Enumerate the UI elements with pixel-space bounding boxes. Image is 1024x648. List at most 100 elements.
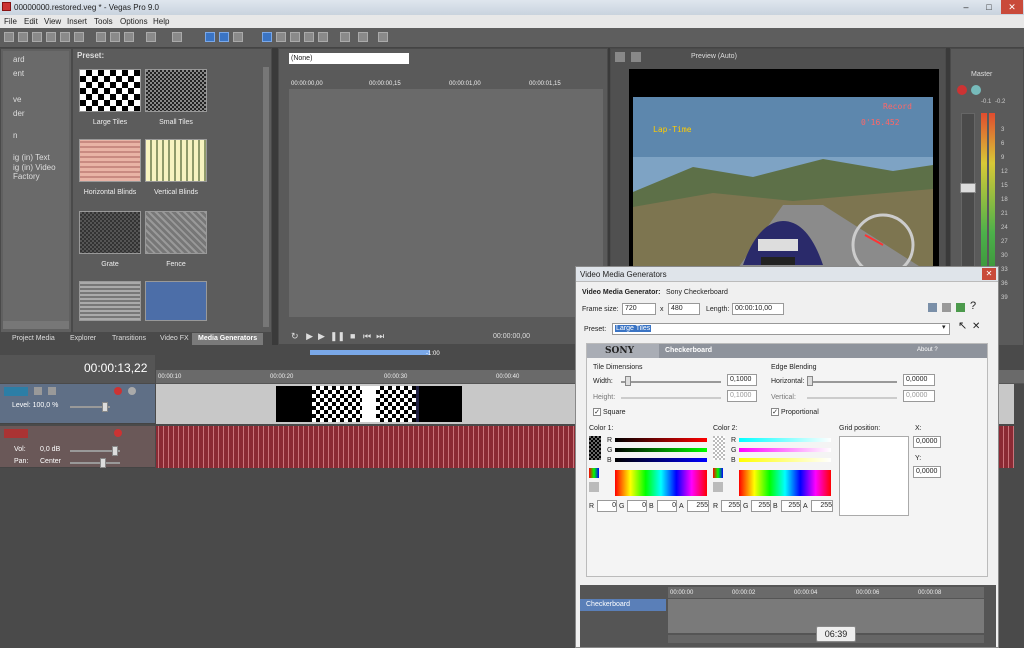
preset-tile[interactable]: [145, 69, 207, 112]
chevron-down-icon[interactable]: ▾: [942, 323, 946, 331]
preview-quality-select[interactable]: Preview (Auto): [691, 53, 737, 60]
tab-explorer[interactable]: Explorer: [64, 333, 102, 345]
color1-a-input[interactable]: 255: [687, 500, 709, 512]
paste-icon[interactable]: [124, 32, 134, 42]
preset-scrollbar[interactable]: [263, 67, 269, 327]
proportional-checkbox[interactable]: ✓: [771, 408, 779, 416]
menu-options[interactable]: Options: [120, 17, 148, 26]
tree-item[interactable]: ig (in) Video Factory: [13, 163, 69, 181]
selection-tool-icon[interactable]: [233, 32, 243, 42]
loop-icon[interactable]: ↻: [291, 331, 299, 341]
pan-slider-knob[interactable]: [100, 458, 106, 468]
master-fader-knob[interactable]: [960, 183, 976, 193]
delete-preset-icon[interactable]: [942, 303, 951, 312]
normal-edit-tool-icon[interactable]: [205, 32, 215, 42]
level-slider-knob[interactable]: [102, 402, 108, 412]
audio-track-header[interactable]: Vol: 0,0 dB Pan: Center: [0, 426, 155, 468]
help-icon[interactable]: ?: [970, 300, 976, 312]
new-icon[interactable]: [4, 32, 14, 42]
add-preset-icon[interactable]: [956, 303, 965, 312]
color1-green-slider[interactable]: [615, 448, 707, 452]
whats-this-icon[interactable]: [378, 32, 388, 42]
color1-red-slider[interactable]: [615, 438, 707, 442]
color2-g-input[interactable]: 255: [751, 500, 771, 512]
grid-x-input[interactable]: 0,0000: [913, 436, 941, 448]
save-preset-icon[interactable]: [928, 303, 937, 312]
generator-ruler[interactable]: 00:00:00 00:00:02 00:00:04 00:00:06 00:0…: [668, 587, 984, 599]
close-button[interactable]: ✕: [1001, 0, 1023, 14]
preset-tile[interactable]: [79, 281, 141, 321]
menu-view[interactable]: View: [44, 17, 61, 26]
length-input[interactable]: 00:00:10,00: [732, 303, 784, 315]
mute-track-icon[interactable]: [114, 387, 122, 395]
open-icon[interactable]: [18, 32, 28, 42]
solo-track-icon[interactable]: [128, 387, 136, 395]
track-fx-icon[interactable]: [48, 387, 56, 395]
preset-tile[interactable]: [79, 139, 141, 182]
loop-region-bar[interactable]: [310, 350, 430, 355]
tab-video-fx[interactable]: Video FX: [154, 333, 195, 345]
color1-g-input[interactable]: 0: [627, 500, 647, 512]
explorer-scrollbar[interactable]: [3, 321, 69, 329]
tree-item[interactable]: ig (in) Text: [13, 153, 50, 162]
cut-icon[interactable]: [96, 32, 106, 42]
video-event[interactable]: [416, 386, 462, 422]
height-slider[interactable]: [621, 397, 721, 399]
minimize-button[interactable]: –: [955, 0, 977, 14]
close-icon[interactable]: ✕: [972, 321, 980, 332]
menu-file[interactable]: File: [4, 17, 17, 26]
square-checkbox[interactable]: ✓: [593, 408, 601, 416]
media-icon[interactable]: [340, 32, 350, 42]
ignore-grouping-icon[interactable]: [290, 32, 300, 42]
preview-fx-icon[interactable]: [631, 52, 641, 62]
frame-width-input[interactable]: 720: [622, 303, 656, 315]
horizontal-input[interactable]: 0,0000: [903, 374, 935, 386]
preset-tile[interactable]: [145, 139, 207, 182]
eyedropper-icon[interactable]: [713, 482, 723, 492]
checkerboard-event[interactable]: [376, 386, 416, 422]
about-button[interactable]: About ?: [917, 347, 938, 353]
frame-height-input[interactable]: 480: [668, 303, 700, 315]
tree-item[interactable]: ent: [13, 69, 24, 78]
grid-y-input[interactable]: 0,0000: [913, 466, 941, 478]
stop-icon[interactable]: ■: [350, 331, 355, 341]
snapping-icon[interactable]: [304, 32, 314, 42]
trimmer-view[interactable]: [289, 89, 603, 317]
copy-icon[interactable]: [110, 32, 120, 42]
undo-icon[interactable]: [146, 32, 156, 42]
tree-item[interactable]: ard: [13, 55, 25, 64]
color2-swatch[interactable]: [713, 436, 725, 460]
width-slider-knob[interactable]: [625, 376, 631, 386]
envelope-tool-icon[interactable]: [219, 32, 229, 42]
tab-media-generators[interactable]: Media Generators: [192, 333, 264, 345]
color-picker-icon[interactable]: [713, 468, 723, 478]
next-frame-icon[interactable]: ⏭: [376, 331, 384, 341]
mute-icon[interactable]: [957, 85, 967, 95]
color2-red-slider[interactable]: [739, 438, 831, 442]
preset-tile[interactable]: [79, 211, 141, 254]
auto-crossfade-icon[interactable]: [318, 32, 328, 42]
preview-settings-icon[interactable]: [615, 52, 625, 62]
menu-insert[interactable]: Insert: [67, 17, 87, 26]
horizontal-slider[interactable]: [807, 381, 897, 383]
preset-select[interactable]: Large Tiles: [612, 323, 950, 335]
render-icon[interactable]: [60, 32, 70, 42]
save-icon[interactable]: [32, 32, 42, 42]
save-as-icon[interactable]: [46, 32, 56, 42]
width-slider[interactable]: [621, 381, 721, 383]
maximize-button[interactable]: □: [978, 0, 1000, 14]
tree-item[interactable]: ve: [13, 95, 21, 104]
checkerboard-event[interactable]: [312, 386, 362, 422]
color1-blue-slider[interactable]: [615, 458, 707, 462]
properties-icon[interactable]: [74, 32, 84, 42]
height-input[interactable]: 0,1000: [727, 390, 757, 402]
menu-edit[interactable]: Edit: [24, 17, 38, 26]
solo-icon[interactable]: [971, 85, 981, 95]
vertical-slider[interactable]: [807, 397, 897, 399]
tree-item[interactable]: n: [13, 131, 17, 140]
auto-ripple-icon[interactable]: [262, 32, 272, 42]
play-from-start-icon[interactable]: ▶: [318, 331, 325, 341]
color2-spectrum[interactable]: [739, 470, 831, 496]
preset-tile[interactable]: [145, 281, 207, 321]
color-picker-icon[interactable]: [589, 468, 599, 478]
